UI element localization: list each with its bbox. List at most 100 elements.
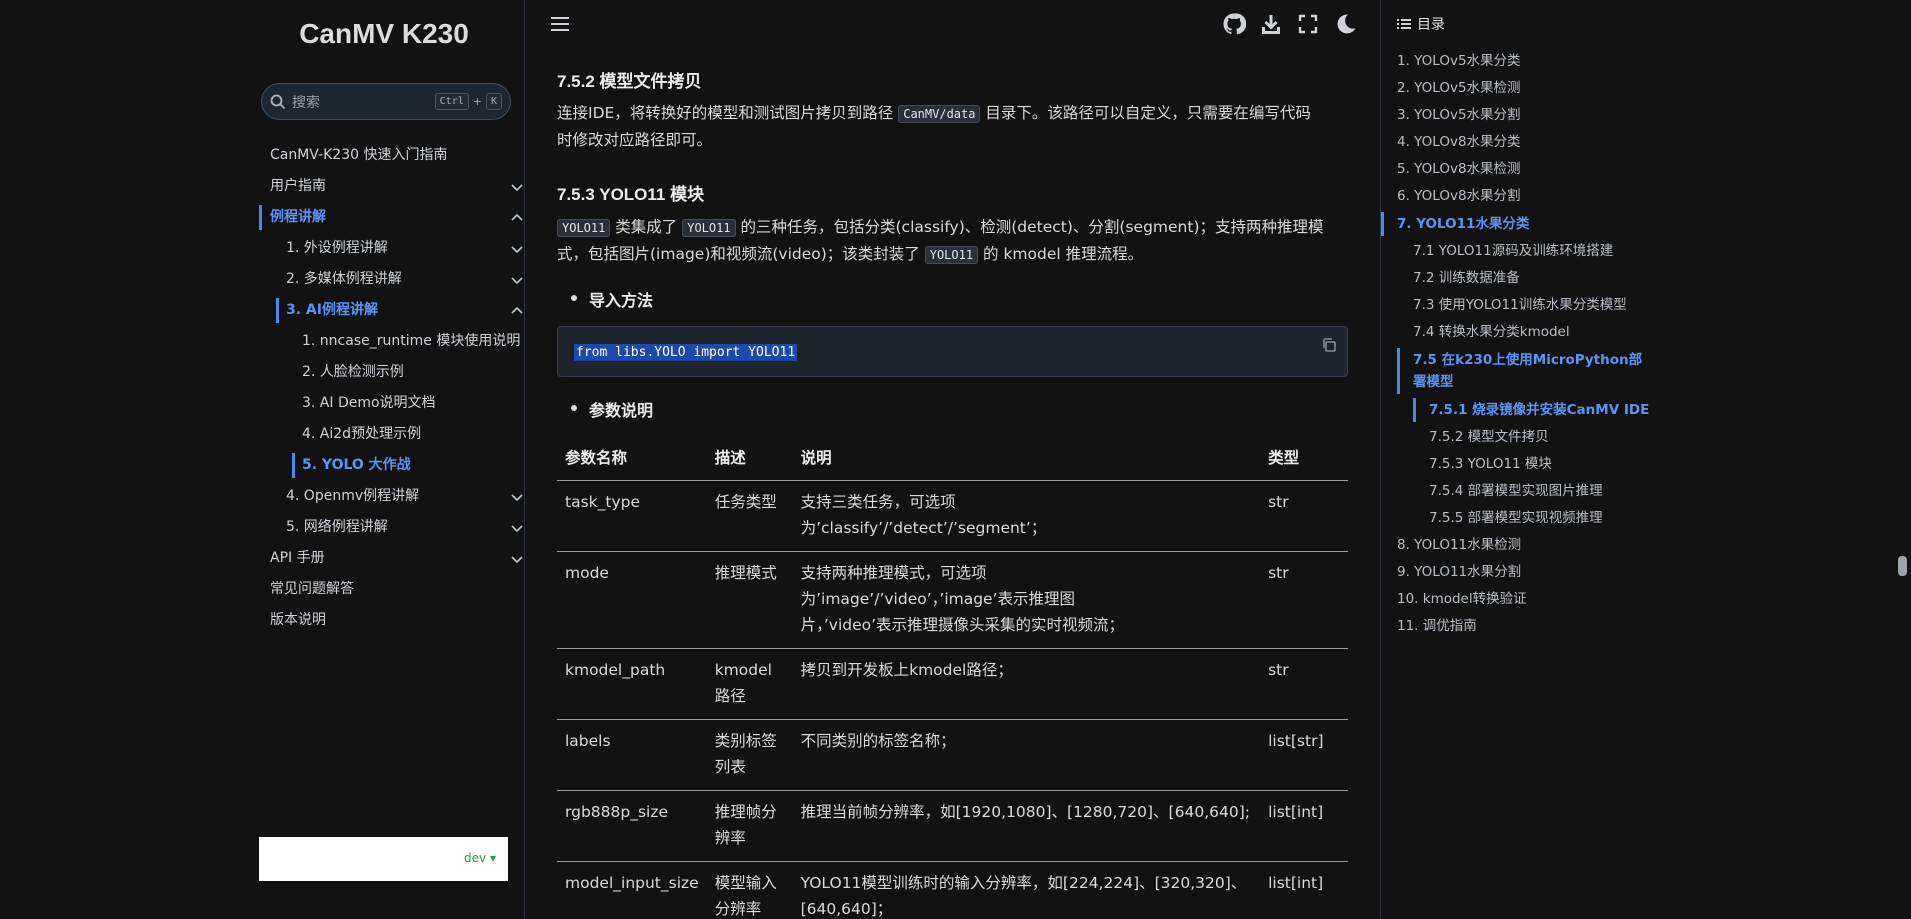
download-icon[interactable] (1259, 12, 1283, 36)
sidebar-item-label: 5. 网络例程讲解 (286, 519, 388, 535)
sidebar-item-ai-demo[interactable]: 3. AI Demo说明文档 (259, 388, 524, 419)
sidebar-item-label: 版本说明 (270, 612, 326, 628)
sidebar-item-label: 5. YOLO 大作战 (302, 457, 411, 473)
toc-item-yolov8-classify[interactable]: 4. YOLOv8水果分类 (1397, 131, 1521, 153)
sidebar-item-user-guide[interactable]: 用户指南 (259, 171, 524, 202)
toc-item-yolo11-classify[interactable]: 7. YOLO11水果分类 (1397, 213, 1529, 235)
sidebar-item-label: 3. AI Demo说明文档 (302, 395, 436, 411)
toc-item-7-5-cont[interactable]: 署模型 (1413, 371, 1454, 393)
toc-item-tuning[interactable]: 11. 调优指南 (1397, 615, 1477, 637)
toc-item-yolov8-segment[interactable]: 6. YOLOv8水果分割 (1397, 185, 1521, 207)
table-header-row: 参数名称 描述 说明 类型 (557, 435, 1348, 481)
chevron-down-icon[interactable] (510, 180, 524, 194)
toc-item-7-5-3[interactable]: 7.5.3 YOLO11 模块 (1429, 453, 1552, 475)
shortcut-key-k: K (485, 93, 502, 110)
sidebar-item-api[interactable]: API 手册 (259, 543, 524, 574)
toc-item-7-5-1[interactable]: 7.5.1 烧录镜像并安装CanMV IDE (1429, 399, 1649, 421)
table-cell: 拷贝到开发板上kmodel路径； (792, 648, 1261, 720)
sidebar-item-ai2d[interactable]: 4. Ai2d预处理示例 (259, 419, 524, 450)
sidebar-item-faq[interactable]: 常见问题解答 (259, 574, 524, 605)
chevron-down-icon[interactable] (510, 490, 524, 504)
toc-divider (1380, 0, 1381, 919)
code-line[interactable]: from libs.YOLO import YOLO11 (574, 344, 798, 361)
sidebar-item-openmv[interactable]: 4. Openmv例程讲解 (259, 481, 524, 512)
shortcut-key-ctrl: Ctrl (434, 93, 469, 110)
toc-item-7-5-5[interactable]: 7.5.5 部署模型实现视频推理 (1429, 507, 1603, 529)
sidebar-item-label: CanMV-K230 快速入门指南 (270, 147, 448, 163)
text-span: 的 kmodel 推理流程。 (978, 245, 1144, 263)
sidebar-item-ai-examples[interactable]: 3. AI例程讲解 (259, 295, 524, 326)
chevron-down-icon[interactable] (510, 273, 524, 287)
sidebar-item-label: 1. 外设例程讲解 (286, 240, 388, 256)
search-icon (270, 94, 286, 109)
sidebar-item-network[interactable]: 5. 网络例程讲解 (259, 512, 524, 543)
code-block: from libs.YOLO import YOLO11 (557, 326, 1348, 377)
sidebar-item-quickstart[interactable]: CanMV-K230 快速入门指南 (259, 140, 524, 171)
chevron-up-icon[interactable] (510, 304, 524, 318)
toc-item-7-5-4[interactable]: 7.5.4 部署模型实现图片推理 (1429, 480, 1603, 502)
sidebar-item-face-detection[interactable]: 2. 人脸检测示例 (259, 357, 524, 388)
inline-code-yolo11: YOLO11 (924, 246, 979, 264)
sidebar-item-multimedia[interactable]: 2. 多媒体例程讲解 (259, 264, 524, 295)
column-header: 描述 (706, 435, 793, 481)
version-selector[interactable]: dev ▾ (259, 837, 508, 881)
table-cell: list[int] (1260, 861, 1348, 919)
toc-item-7-5[interactable]: 7.5 在k230上使用MicroPython部 (1413, 349, 1642, 371)
github-icon[interactable] (1222, 12, 1246, 36)
sidebar-item-nncase-runtime[interactable]: 1. nncase_runtime 模块使用说明 (259, 326, 524, 357)
copy-icon[interactable] (1321, 337, 1337, 353)
scrollbar-thumb[interactable] (1898, 556, 1907, 576)
sidebar-item-yolo[interactable]: 5. YOLO 大作战 (259, 450, 524, 481)
table-cell: str (1260, 551, 1348, 649)
table-cell: rgb888p_size (557, 790, 707, 862)
menu-icon[interactable] (550, 15, 570, 33)
toc-item-yolo11-segment[interactable]: 9. YOLO11水果分割 (1397, 561, 1521, 583)
toc-item-yolov5-detect[interactable]: 2. YOLOv5水果检测 (1397, 77, 1521, 99)
toc-item-7-2[interactable]: 7.2 训练数据准备 (1413, 267, 1520, 289)
column-header: 参数名称 (557, 435, 707, 481)
column-header: 类型 (1260, 435, 1348, 481)
toc-active-indicator (1413, 398, 1416, 422)
sidebar-item-release-notes[interactable]: 版本说明 (259, 605, 524, 636)
left-sidebar: CanMV K230 搜索 Ctrl + K CanMV-K230 快速入门指南… (259, 0, 524, 919)
chevron-down-icon[interactable] (510, 521, 524, 535)
toc-item-yolov8-detect[interactable]: 5. YOLOv8水果检测 (1397, 158, 1521, 180)
toc-item-7-1[interactable]: 7.1 YOLO11源码及训练环境搭建 (1413, 240, 1613, 262)
table-cell: kmodel_path (557, 648, 707, 720)
text-span: 目录下。该路径可以自定义，只需要在编写代码 (980, 104, 1311, 122)
site-title[interactable]: CanMV K230 (259, 18, 509, 50)
dark-mode-icon[interactable] (1334, 12, 1358, 36)
toc-title: 目录 (1397, 14, 1445, 34)
sidebar-item-peripheral[interactable]: 1. 外设例程讲解 (259, 233, 524, 264)
chevron-down-icon[interactable] (510, 242, 524, 256)
chevron-up-icon[interactable] (510, 211, 524, 225)
table-cell: list[str] (1260, 719, 1348, 791)
inline-code-yolo11: YOLO11 (682, 219, 736, 237)
toc-item-yolov5-classify[interactable]: 1. YOLOv5水果分类 (1397, 50, 1521, 72)
paragraph-copy-files: 连接IDE，将转换好的模型和测试图片拷贝到路径 CanMV/data 目录下。该… (557, 100, 1349, 153)
table-cell: labels (557, 719, 707, 791)
table-cell: 模型输入 分辨率 (706, 861, 793, 919)
sidebar-item-label: 1. nncase_runtime 模块使用说明 (302, 333, 521, 349)
search-box[interactable]: 搜索 Ctrl + K (261, 83, 511, 120)
sidebar-item-examples[interactable]: 例程讲解 (259, 202, 524, 233)
active-indicator (259, 205, 262, 230)
toc-item-7-5-2[interactable]: 7.5.2 模型文件拷贝 (1429, 426, 1549, 448)
fullscreen-icon[interactable] (1296, 12, 1320, 36)
version-label: dev ▾ (464, 851, 496, 865)
sidebar-item-label: 4. Openmv例程讲解 (286, 488, 420, 504)
table-cell: kmodel 路径 (706, 648, 793, 720)
toc-item-7-4[interactable]: 7.4 转换水果分类kmodel (1413, 321, 1570, 343)
paragraph-yolo11-class: YOLO11 类集成了 YOLO11 的三种任务，包括分类(classify)、… (557, 214, 1357, 268)
table-cell: model_input_size (557, 861, 707, 919)
toc-item-kmodel-verify[interactable]: 10. kmodel转换验证 (1397, 588, 1527, 610)
toc-active-indicator (1397, 348, 1400, 394)
text-span: 的三种任务，包括分类(classify)、检测(detect)、分割(segme… (735, 218, 1324, 236)
toc-item-yolo11-detect[interactable]: 8. YOLO11水果检测 (1397, 534, 1521, 556)
chevron-down-icon[interactable] (510, 552, 524, 566)
table-cell: 不同类别的标签名称； (792, 719, 1261, 791)
sidebar-item-label: 用户指南 (270, 178, 326, 194)
toc-item-7-3[interactable]: 7.3 使用YOLO11训练水果分类模型 (1413, 294, 1627, 316)
toc-item-yolov5-segment[interactable]: 3. YOLOv5水果分割 (1397, 104, 1521, 126)
table-row: model_input_size 模型输入 分辨率 YOLO11模型训练时的输入分辨… (557, 861, 1348, 919)
